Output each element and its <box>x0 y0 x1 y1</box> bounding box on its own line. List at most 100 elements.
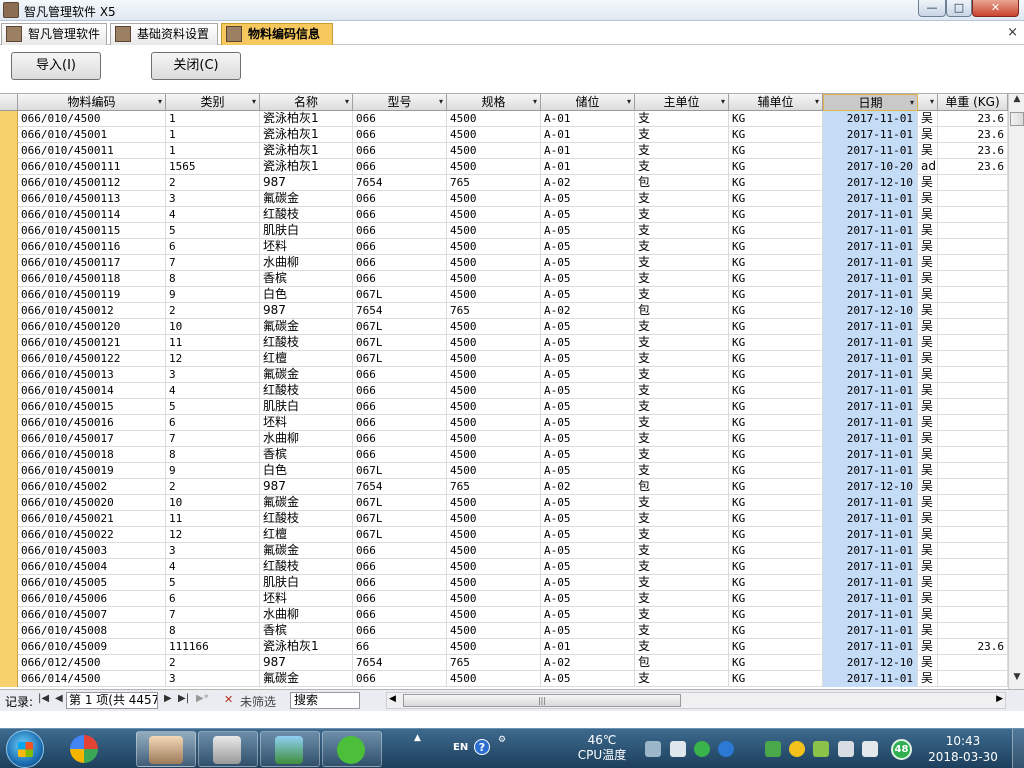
row-selector[interactable] <box>0 671 18 687</box>
cell-category[interactable]: 3 <box>166 191 260 207</box>
row-selector[interactable] <box>0 639 18 655</box>
cell-category[interactable]: 3 <box>166 367 260 383</box>
row-selector[interactable] <box>0 303 18 319</box>
cell-date[interactable]: 2017-11-01 <box>823 223 918 239</box>
cell-main_unit[interactable]: 支 <box>635 543 729 559</box>
cell-creator[interactable]: 吴 <box>918 303 938 319</box>
cell-code[interactable]: 066/010/450021 <box>18 511 166 527</box>
column-header-date[interactable]: 日期 ▾ <box>823 94 918 111</box>
cell-main_unit[interactable]: 支 <box>635 319 729 335</box>
cell-sub_unit[interactable]: KG <box>729 655 823 671</box>
cell-name[interactable]: 红酸枝 <box>260 511 353 527</box>
cell-location[interactable]: A-05 <box>541 495 635 511</box>
cell-main_unit[interactable]: 支 <box>635 671 729 687</box>
cell-sub_unit[interactable]: KG <box>729 671 823 687</box>
cell-unit_weight[interactable] <box>938 335 1008 351</box>
cell-location[interactable]: A-05 <box>541 575 635 591</box>
cell-sub_unit[interactable]: KG <box>729 399 823 415</box>
cell-location[interactable]: A-02 <box>541 479 635 495</box>
cell-sub_unit[interactable]: KG <box>729 383 823 399</box>
cell-model[interactable]: 066 <box>353 575 447 591</box>
cell-creator[interactable]: 吴 <box>918 207 938 223</box>
first-record-icon[interactable]: |◀ <box>38 693 49 704</box>
cell-unit_weight[interactable] <box>938 383 1008 399</box>
row-selector[interactable] <box>0 207 18 223</box>
cell-code[interactable]: 066/010/4500112 <box>18 175 166 191</box>
cell-location[interactable]: A-02 <box>541 655 635 671</box>
table-row[interactable]: 066/010/450016 6 坯料 066 4500 A-05 支 KG 2017-11-0… <box>0 415 1008 431</box>
cell-creator[interactable]: 吴 <box>918 255 938 271</box>
clipboard-icon[interactable] <box>670 741 686 757</box>
cell-sub_unit[interactable]: KG <box>729 207 823 223</box>
cell-name[interactable]: 水曲柳 <box>260 431 353 447</box>
cell-unit_weight[interactable] <box>938 239 1008 255</box>
cell-code[interactable]: 066/010/45008 <box>18 623 166 639</box>
cell-category[interactable]: 2 <box>166 655 260 671</box>
cell-location[interactable]: A-01 <box>541 127 635 143</box>
cell-location[interactable]: A-05 <box>541 191 635 207</box>
table-row[interactable]: 066/010/450015 5 肌肤白 066 4500 A-05 支 KG 2017-11-… <box>0 399 1008 415</box>
cell-date[interactable]: 2017-11-01 <box>823 399 918 415</box>
cell-unit_weight[interactable] <box>938 607 1008 623</box>
new-record-icon[interactable]: ▶* <box>196 693 209 704</box>
cell-spec[interactable]: 4500 <box>447 223 541 239</box>
cell-creator[interactable]: 吴 <box>918 415 938 431</box>
cell-location[interactable]: A-05 <box>541 591 635 607</box>
cell-spec[interactable]: 4500 <box>447 591 541 607</box>
cell-location[interactable]: A-05 <box>541 527 635 543</box>
table-row[interactable]: 066/010/450011 1 瓷泳柏灰1 066 4500 A-01 支 KG 2017-1… <box>0 143 1008 159</box>
row-selector[interactable] <box>0 447 18 463</box>
row-selector[interactable] <box>0 255 18 271</box>
row-selector[interactable] <box>0 175 18 191</box>
table-row[interactable]: 066/010/45007 7 水曲柳 066 4500 A-05 支 KG 2017-11-0… <box>0 607 1008 623</box>
cell-model[interactable]: 066 <box>353 191 447 207</box>
cell-date[interactable]: 2017-11-01 <box>823 607 918 623</box>
cell-model[interactable]: 7654 <box>353 479 447 495</box>
cell-code[interactable]: 066/010/450016 <box>18 415 166 431</box>
cell-category[interactable]: 6 <box>166 591 260 607</box>
cell-spec[interactable]: 4500 <box>447 543 541 559</box>
cell-main_unit[interactable]: 支 <box>635 127 729 143</box>
cell-location[interactable]: A-05 <box>541 447 635 463</box>
cell-unit_weight[interactable] <box>938 575 1008 591</box>
cell-category[interactable]: 6 <box>166 239 260 255</box>
cell-main_unit[interactable]: 支 <box>635 271 729 287</box>
overflow-up-icon[interactable]: ▲ <box>414 733 421 743</box>
cell-name[interactable]: 瓷泳柏灰1 <box>260 159 353 175</box>
cell-sub_unit[interactable]: KG <box>729 479 823 495</box>
chevron-down-icon[interactable]: ▾ <box>439 94 443 110</box>
cell-location[interactable]: A-05 <box>541 671 635 687</box>
row-selector[interactable] <box>0 623 18 639</box>
cell-location[interactable]: A-05 <box>541 335 635 351</box>
cell-creator[interactable]: 吴 <box>918 655 938 671</box>
cell-creator[interactable]: 吴 <box>918 511 938 527</box>
cell-unit_weight[interactable] <box>938 207 1008 223</box>
cell-main_unit[interactable]: 包 <box>635 303 729 319</box>
cell-sub_unit[interactable]: KG <box>729 431 823 447</box>
cell-location[interactable]: A-05 <box>541 223 635 239</box>
cell-model[interactable]: 066 <box>353 623 447 639</box>
cell-date[interactable]: 2017-11-01 <box>823 319 918 335</box>
cell-model[interactable]: 066 <box>353 367 447 383</box>
table-row[interactable]: 066/010/45002 2 987 7654 765 A-02 包 KG 2017-12-1… <box>0 479 1008 495</box>
maximize-button[interactable]: □ <box>946 0 972 17</box>
cell-creator[interactable]: 吴 <box>918 591 938 607</box>
cell-unit_weight[interactable]: 23.6 <box>938 639 1008 655</box>
cell-date[interactable]: 2017-11-01 <box>823 143 918 159</box>
close-button[interactable]: 关闭(C) <box>151 52 241 80</box>
cell-main_unit[interactable]: 支 <box>635 591 729 607</box>
cell-location[interactable]: A-05 <box>541 319 635 335</box>
cell-category[interactable]: 7 <box>166 607 260 623</box>
row-selector[interactable] <box>0 591 18 607</box>
cell-category[interactable]: 1 <box>166 127 260 143</box>
cell-main_unit[interactable]: 支 <box>635 575 729 591</box>
row-selector[interactable] <box>0 607 18 623</box>
cell-category[interactable]: 9 <box>166 463 260 479</box>
cell-model[interactable]: 066 <box>353 607 447 623</box>
table-row[interactable]: 066/010/450019 9 白色 067L 4500 A-05 支 KG 2017-11-… <box>0 463 1008 479</box>
cell-creator[interactable]: 吴 <box>918 383 938 399</box>
table-row[interactable]: 066/010/450021 11 红酸枝 067L 4500 A-05 支 KG 2017-1… <box>0 511 1008 527</box>
green-app-icon[interactable] <box>694 741 710 757</box>
cell-code[interactable]: 066/010/4500117 <box>18 255 166 271</box>
network-icon[interactable] <box>838 741 854 757</box>
